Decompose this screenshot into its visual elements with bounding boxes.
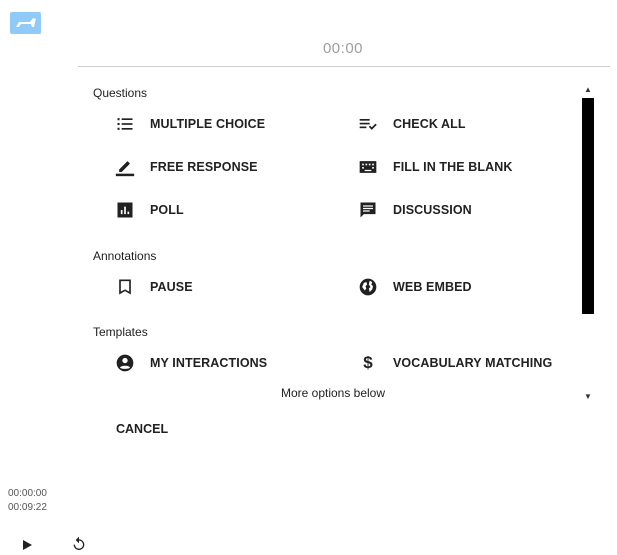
option-label: FILL IN THE BLANK	[393, 160, 513, 174]
option-my-interactions[interactable]: MY INTERACTIONS	[114, 351, 267, 375]
divider	[78, 66, 610, 67]
list-icon	[114, 113, 136, 135]
option-web-embed[interactable]: WEB EMBED	[357, 275, 472, 299]
checklist-icon	[357, 113, 379, 135]
account-circle-icon	[114, 352, 136, 374]
option-check-all[interactable]: CHECK ALL	[357, 112, 466, 136]
section-title-templates: Templates	[93, 325, 148, 339]
option-label: WEB EMBED	[393, 280, 472, 294]
option-label: VOCABULARY MATCHING	[393, 356, 553, 370]
total-time: 00:09:22	[8, 502, 47, 513]
option-label: FREE RESPONSE	[150, 160, 258, 174]
scroll-up-arrow-icon[interactable]: ▲	[580, 85, 596, 95]
option-label: MULTIPLE CHOICE	[150, 117, 266, 131]
scroll-down-arrow-icon[interactable]: ▼	[580, 392, 596, 402]
more-options-hint: More options below	[280, 386, 386, 400]
current-time: 00:00:00	[8, 488, 47, 499]
cancel-button[interactable]: CANCEL	[116, 422, 168, 436]
option-pause[interactable]: PAUSE	[114, 275, 193, 299]
option-label: DISCUSSION	[393, 203, 472, 217]
option-label: POLL	[150, 203, 184, 217]
pencil-icon	[114, 156, 136, 178]
option-label: PAUSE	[150, 280, 193, 294]
dog-logo-icon	[10, 12, 41, 34]
section-title-questions: Questions	[93, 86, 148, 100]
option-multiple-choice[interactable]: MULTIPLE CHOICE	[114, 112, 265, 136]
option-free-response[interactable]: FREE RESPONSE	[114, 155, 258, 179]
play-icon[interactable]	[20, 538, 34, 552]
globe-icon	[357, 276, 379, 298]
option-label: MY INTERACTIONS	[150, 356, 268, 370]
replay-icon[interactable]	[71, 536, 87, 552]
chat-icon	[357, 199, 379, 221]
section-title-annotations: Annotations	[93, 249, 157, 263]
option-vocabulary-matching[interactable]: $ VOCABULARY MATCHING	[357, 351, 552, 375]
bookmark-icon	[114, 276, 136, 298]
keyboard-icon	[357, 156, 379, 178]
option-label: CHECK ALL	[393, 117, 466, 131]
timer-display: 00:00	[322, 40, 364, 57]
poll-chart-icon	[114, 199, 136, 221]
scrollbar-thumb[interactable]	[582, 98, 594, 314]
option-discussion[interactable]: DISCUSSION	[357, 198, 472, 222]
option-poll[interactable]: POLL	[114, 198, 184, 222]
option-fill-in-the-blank[interactable]: FILL IN THE BLANK	[357, 155, 513, 179]
dollar-icon: $	[363, 353, 373, 372]
interaction-menu: Questions MULTIPLE CHOICE CHECK ALL FREE…	[78, 70, 610, 446]
